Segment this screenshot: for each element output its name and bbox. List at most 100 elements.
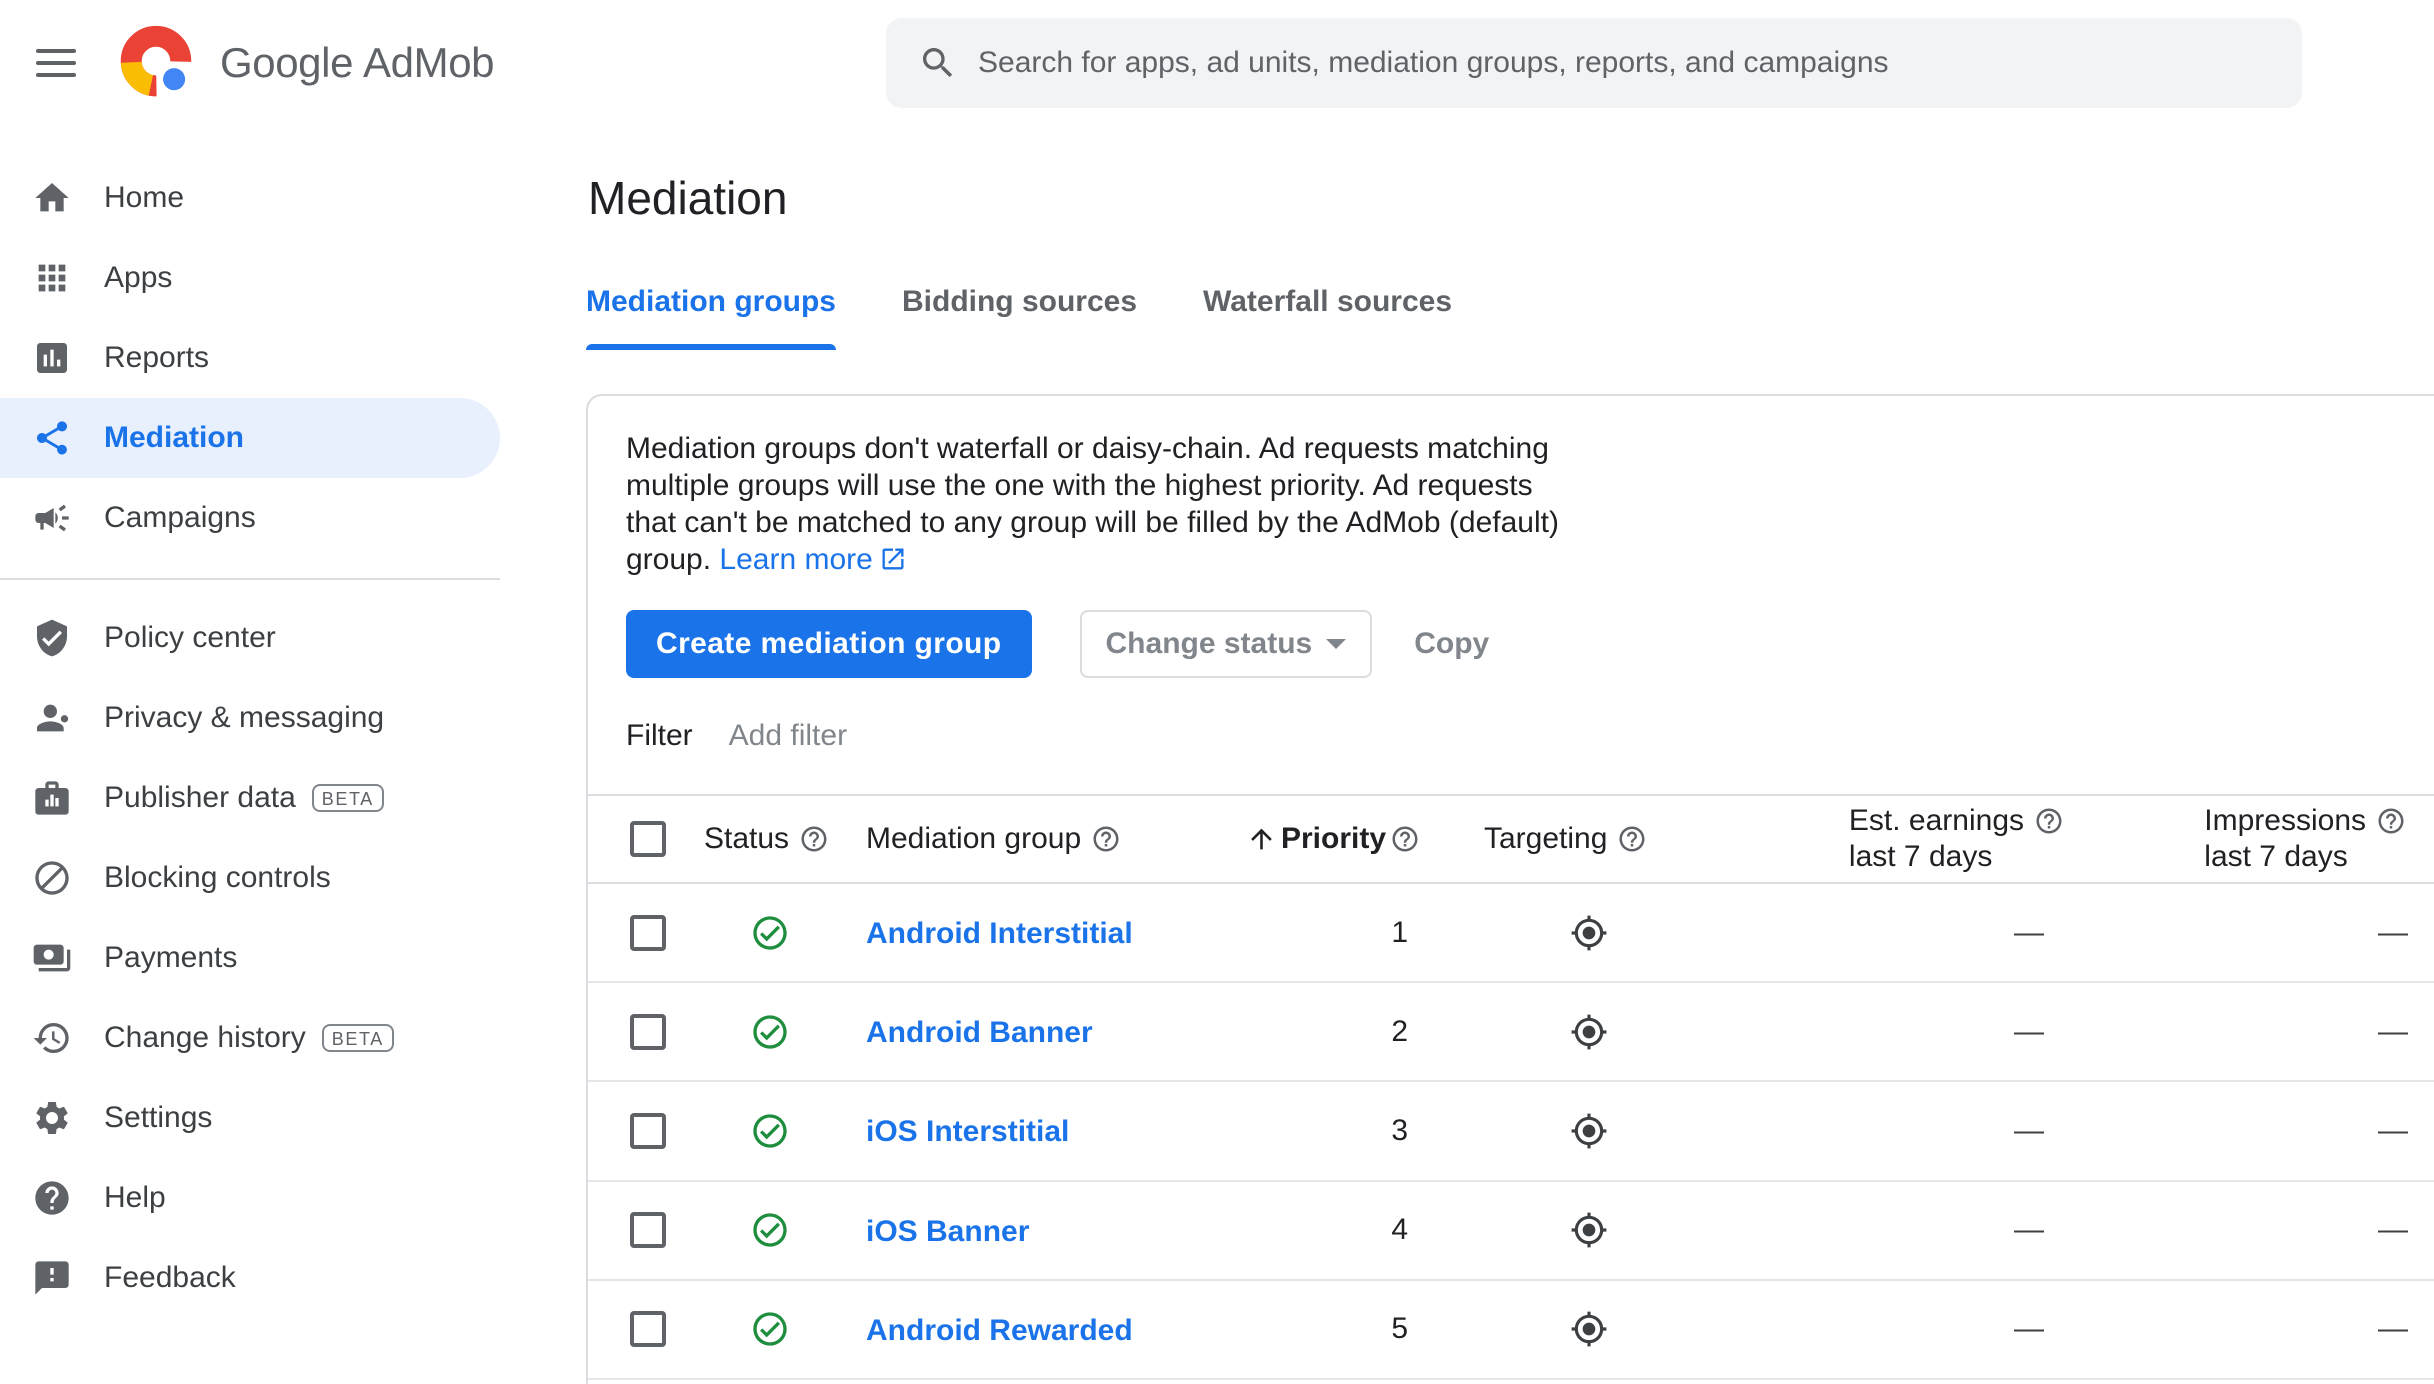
targeting-icon[interactable] — [1420, 1112, 1788, 1150]
row-checkbox[interactable] — [630, 1311, 666, 1348]
add-filter-button[interactable]: Add filter — [729, 719, 847, 753]
publisher-data-icon — [32, 778, 72, 818]
help-icon[interactable] — [1390, 824, 1420, 854]
sidebar-item-payments[interactable]: Payments — [0, 918, 500, 998]
impressions-value: — — [2378, 1113, 2408, 1147]
help-icon[interactable] — [1617, 824, 1647, 854]
sidebar-item-feedback[interactable]: Feedback — [0, 1238, 500, 1318]
campaigns-icon — [32, 498, 72, 538]
app-header: Google AdMob — [0, 0, 2434, 126]
sort-ascending-icon — [1251, 828, 1272, 850]
sidebar-item-blocking-controls[interactable]: Blocking controls — [0, 838, 500, 918]
row-checkbox[interactable] — [630, 1112, 666, 1149]
sidebar-item-label: Apps — [104, 261, 173, 294]
sidebar-item-label: Policy center — [104, 621, 276, 654]
menu-button[interactable] — [32, 39, 80, 87]
est-earnings-value: — — [2014, 915, 2044, 949]
targeting-icon[interactable] — [1420, 1310, 1788, 1348]
sidebar-item-label: Mediation — [104, 421, 244, 454]
select-all-checkbox[interactable] — [630, 821, 666, 857]
sidebar-item-label: Help — [104, 1181, 166, 1214]
tab-bidding-sources[interactable]: Bidding sources — [902, 284, 1137, 350]
search-input[interactable] — [974, 44, 2302, 82]
sidebar-item-settings[interactable]: Settings — [0, 1078, 500, 1158]
admob-logo[interactable]: Google AdMob — [116, 23, 495, 103]
help-icon — [32, 1178, 72, 1218]
est-earnings-value: — — [2014, 1113, 2044, 1147]
priority-value: 3 — [1391, 1113, 1408, 1147]
beta-badge: BETA — [311, 784, 384, 812]
action-buttons: Create mediation group Change status Cop… — [626, 610, 2434, 678]
impressions-value: — — [2378, 915, 2408, 949]
sidebar-item-help[interactable]: Help — [0, 1158, 500, 1238]
beta-badge: BETA — [321, 1024, 394, 1052]
chevron-down-icon — [1326, 639, 1347, 649]
row-checkbox[interactable] — [630, 1013, 666, 1050]
targeting-icon[interactable] — [1420, 1211, 1788, 1249]
sidebar-item-label: Blocking controls — [104, 861, 331, 894]
sidebar-item-label: Change history — [104, 1021, 306, 1054]
tab-mediation-groups[interactable]: Mediation groups — [586, 284, 836, 350]
sidebar-item-mediation[interactable]: Mediation — [0, 398, 500, 478]
sidebar-item-label: Settings — [104, 1101, 213, 1134]
search-bar[interactable] — [886, 18, 2302, 108]
status-enabled-icon — [704, 1210, 866, 1250]
blocking-controls-icon — [32, 858, 72, 898]
targeting-icon[interactable] — [1420, 1013, 1788, 1051]
learn-more-link[interactable]: Learn more — [719, 543, 906, 576]
search-icon — [923, 48, 953, 78]
row-checkbox[interactable] — [630, 914, 666, 951]
sidebar-item-apps[interactable]: Apps — [0, 238, 500, 318]
mediation-group-link[interactable]: iOS Interstitial — [866, 1115, 1069, 1148]
est-earnings-value: — — [2014, 1312, 2044, 1346]
sidebar-item-policy-center[interactable]: Policy center — [0, 598, 500, 678]
sidebar-item-reports[interactable]: Reports — [0, 318, 500, 398]
filter-row: Filter Add filter — [588, 678, 2434, 794]
status-enabled-icon — [704, 1309, 866, 1349]
admob-app: GoogleAdMob Home Apps Reports Mediation … — [0, 0, 2434, 1384]
sidebar-item-change-history[interactable]: Change history BETA — [0, 998, 500, 1078]
logo-text: Google AdMob — [220, 39, 495, 87]
change-history-icon — [32, 1018, 72, 1058]
sidebar: Home Apps Reports Mediation Campaigns Po… — [0, 126, 586, 1384]
tab-bar: Mediation groups Bidding sources Waterfa… — [586, 284, 2434, 350]
sidebar-item-home[interactable]: Home — [0, 158, 500, 238]
mediation-group-link[interactable]: Android Rewarded — [866, 1314, 1133, 1347]
logo-google: Google — [220, 39, 354, 86]
policy-center-icon — [32, 618, 72, 658]
admob-logo-icon — [116, 23, 196, 103]
mediation-group-column-header: Mediation group — [866, 822, 1246, 856]
tab-waterfall-sources[interactable]: Waterfall sources — [1203, 284, 1452, 350]
create-mediation-group-button[interactable]: Create mediation group — [626, 610, 1032, 678]
targeting-icon[interactable] — [1420, 914, 1788, 952]
help-icon[interactable] — [2376, 806, 2406, 836]
row-checkbox[interactable] — [630, 1212, 666, 1249]
mediation-group-link[interactable]: iOS Banner — [866, 1215, 1029, 1248]
change-status-button[interactable]: Change status — [1079, 610, 1373, 678]
table-row: Android Rewarded 5 — — — [588, 1281, 2434, 1380]
mediation-group-link[interactable]: Android Banner — [866, 1016, 1093, 1049]
sidebar-item-label: Payments — [104, 941, 238, 974]
home-icon — [32, 178, 72, 218]
sidebar-item-campaigns[interactable]: Campaigns — [0, 478, 500, 558]
logo-product: AdMob — [363, 39, 495, 86]
sidebar-item-label: Feedback — [104, 1261, 236, 1294]
reports-icon — [32, 338, 72, 378]
mediation-group-link[interactable]: Android Interstitial — [866, 917, 1133, 950]
settings-icon — [32, 1098, 72, 1138]
status-enabled-icon — [704, 913, 866, 953]
sidebar-item-publisher-data[interactable]: Publisher data BETA — [0, 758, 500, 838]
sidebar-item-label: Privacy & messaging — [104, 701, 385, 734]
priority-column-header[interactable]: Priority — [1246, 822, 1420, 856]
est-earnings-value: — — [2014, 1014, 2044, 1048]
copy-button[interactable]: Copy — [1414, 627, 1489, 661]
help-icon[interactable] — [1091, 824, 1121, 854]
description-text: Mediation groups don't waterfall or dais… — [626, 430, 1566, 578]
help-icon[interactable] — [2034, 806, 2064, 836]
priority-value: 1 — [1391, 915, 1408, 949]
table-row: Android Interstitial 1 — — — [588, 884, 2434, 984]
help-icon[interactable] — [799, 824, 829, 854]
table-row: Android Banner 2 — — — [588, 983, 2434, 1083]
sidebar-item-privacy-messaging[interactable]: Privacy & messaging — [0, 678, 500, 758]
targeting-column-header: Targeting — [1420, 822, 1788, 856]
